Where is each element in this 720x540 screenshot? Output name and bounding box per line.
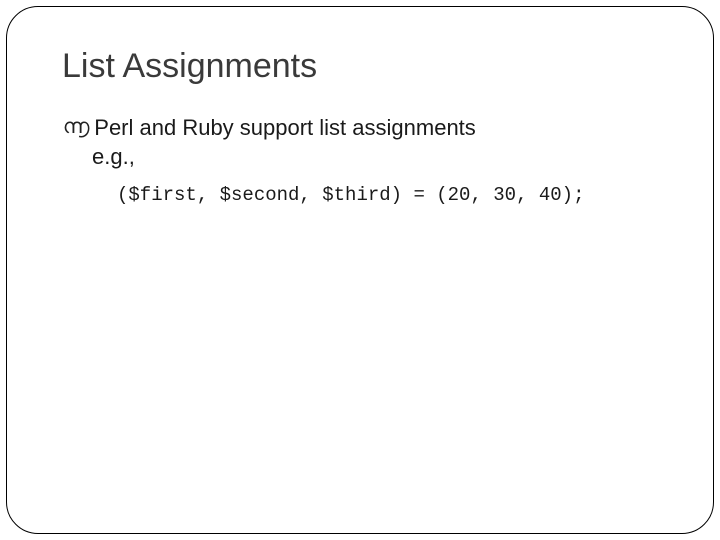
example-label: e.g., (92, 144, 658, 170)
slide-title: List Assignments (62, 47, 658, 86)
bullet-item: ൬ Perl and Ruby support list assignments (64, 114, 658, 142)
code-line: ($first, $second, $third) = (20, 30, 40)… (117, 184, 658, 206)
bullet-text: Perl and Ruby support list assignments (94, 114, 476, 142)
bullet-icon: ൬ (63, 113, 90, 141)
slide-frame: List Assignments ൬ Perl and Ruby support… (6, 6, 714, 534)
